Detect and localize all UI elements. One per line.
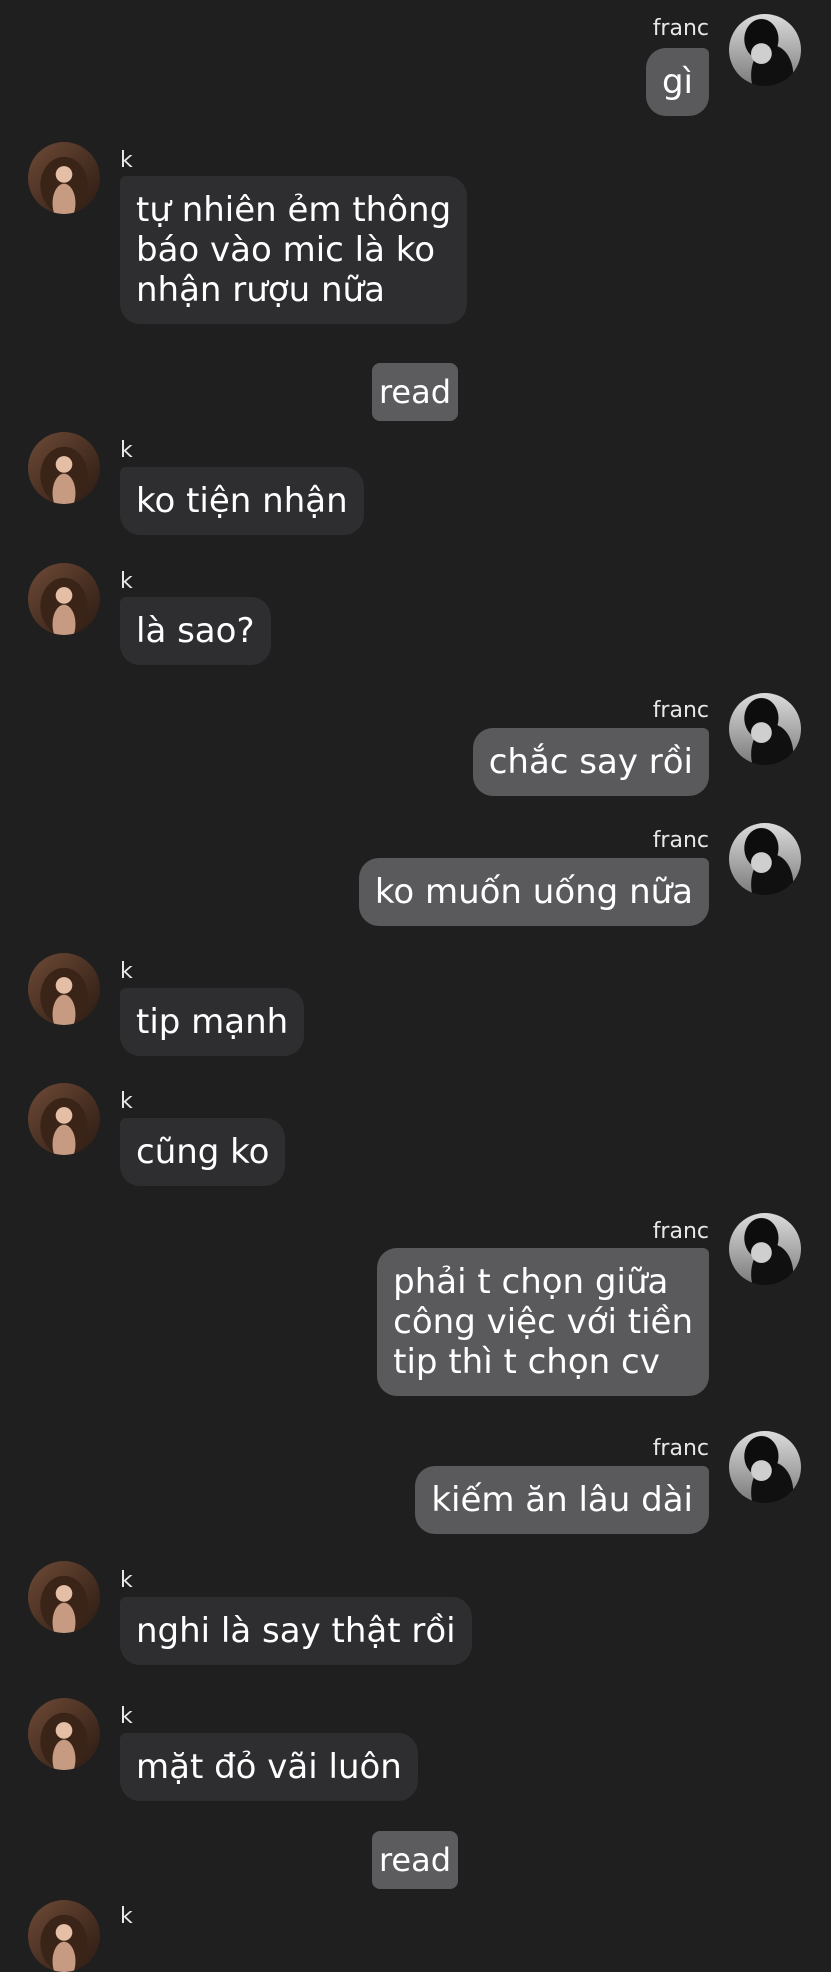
avatar-k[interactable]: [28, 432, 100, 504]
sender-name: k: [120, 148, 133, 173]
message-bubble-received[interactable]: là sao?: [120, 597, 271, 665]
message-bubble-received[interactable]: nghi là say thật rồi: [120, 1597, 472, 1665]
message-bubble-sent[interactable]: gì: [645, 48, 709, 116]
message-bubble-received[interactable]: mặt đỏ vãi luôn: [120, 1733, 418, 1801]
avatar-franc[interactable]: [729, 693, 801, 765]
sender-name: franc: [652, 1219, 709, 1244]
avatar-k[interactable]: [28, 1900, 100, 1972]
avatar-k[interactable]: [28, 1561, 100, 1633]
sender-name: k: [120, 1089, 133, 1114]
read-receipt: read: [372, 1831, 458, 1889]
sender-name: k: [120, 959, 133, 984]
sender-name: k: [120, 1568, 133, 1593]
message-bubble-sent[interactable]: ko muốn uống nữa: [358, 858, 709, 926]
avatar-k[interactable]: [28, 563, 100, 635]
message-bubble-received[interactable]: tự nhiên ẻm thông báo vào mic là ko nhận…: [120, 176, 468, 324]
sender-name: franc: [652, 828, 709, 853]
message-bubble-received[interactable]: tip mạnh: [120, 988, 305, 1056]
avatar-franc[interactable]: [729, 1431, 801, 1503]
sender-name: k: [120, 1904, 133, 1929]
message-bubble-sent[interactable]: kiếm ăn lâu dài: [415, 1466, 709, 1534]
sender-name: franc: [652, 1436, 709, 1461]
avatar-franc[interactable]: [729, 823, 801, 895]
avatar-k[interactable]: [28, 953, 100, 1025]
sender-name: k: [120, 438, 133, 463]
message-bubble-received[interactable]: cũng ko: [120, 1118, 286, 1186]
message-bubble-received[interactable]: ko tiện nhận: [120, 467, 364, 535]
avatar-k[interactable]: [28, 1698, 100, 1770]
message-bubble-sent[interactable]: phải t chọn giữa công việc với tiền tip …: [377, 1248, 709, 1396]
sender-name: franc: [652, 698, 709, 723]
avatar-franc[interactable]: [729, 1213, 801, 1285]
sender-name: franc: [652, 16, 709, 41]
avatar-franc[interactable]: [729, 14, 801, 86]
avatar-k[interactable]: [28, 1083, 100, 1155]
sender-name: k: [120, 569, 133, 594]
message-bubble-sent[interactable]: chắc say rồi: [472, 728, 709, 796]
sender-name: k: [120, 1704, 133, 1729]
avatar-k[interactable]: [28, 142, 100, 214]
read-receipt: read: [372, 363, 458, 421]
